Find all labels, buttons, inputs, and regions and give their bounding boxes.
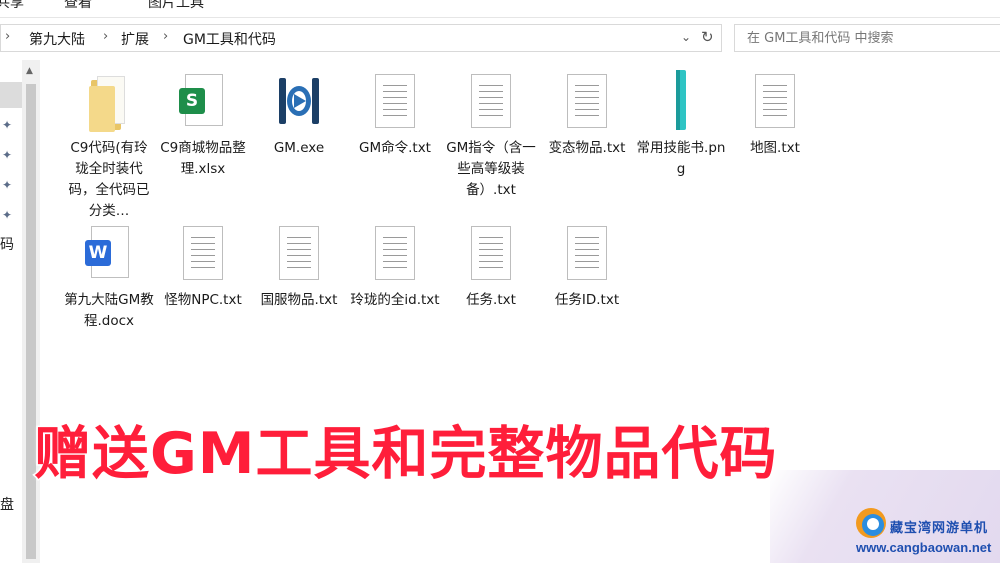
text-file-icon <box>467 226 515 284</box>
text-file-icon <box>751 74 799 132</box>
file-name: 变态物品.txt <box>548 140 626 156</box>
file-name: GM命令.txt <box>359 140 431 156</box>
breadcrumb-item-extension[interactable]: 扩展 <box>121 29 149 49</box>
refresh-icon[interactable]: ↻ <box>701 28 714 46</box>
watermark-title: 藏宝湾网游单机 <box>890 521 989 536</box>
pin-icon[interactable]: ✦ <box>2 208 12 222</box>
text-file-icon <box>563 226 611 284</box>
search-input[interactable] <box>735 25 1000 51</box>
file-item-txt[interactable]: 玲珑的全id.txt <box>350 226 440 311</box>
file-item-txt[interactable]: 地图.txt <box>730 74 820 159</box>
chevron-down-icon[interactable]: ⌄ <box>681 30 691 44</box>
nav-item-label[interactable]: 盘 <box>0 494 14 514</box>
nav-selected-item[interactable] <box>0 82 22 108</box>
promo-banner-text: 赠送GM工具和完整物品代码 <box>33 420 779 489</box>
breadcrumb-separator: › <box>163 29 169 44</box>
file-item-txt[interactable]: 变态物品.txt <box>542 74 632 159</box>
ribbon-tabs: 共享 查看 图片工具 <box>0 0 1000 18</box>
breadcrumb-separator: › <box>103 29 109 44</box>
search-box[interactable] <box>734 24 1000 52</box>
file-name: 常用技能书.png <box>636 140 726 177</box>
file-name: 任务ID.txt <box>554 292 620 308</box>
scroll-up-icon[interactable]: ▲ <box>26 66 33 76</box>
file-item-exe[interactable]: GM.exe <box>254 74 344 159</box>
file-item-txt[interactable]: 怪物NPC.txt <box>158 226 248 311</box>
text-file-icon <box>275 226 323 284</box>
word-document-icon: W <box>85 226 133 284</box>
file-name: 地图.txt <box>750 140 800 156</box>
watermark-logo-icon <box>856 508 886 538</box>
folder-icon <box>85 74 133 132</box>
text-file-icon <box>179 226 227 284</box>
file-name: GM.exe <box>273 140 325 156</box>
ribbon-tab-picture-tools[interactable]: 图片工具 <box>148 0 204 12</box>
breadcrumb-item-root[interactable]: 第九大陆 <box>29 29 85 49</box>
file-item-docx[interactable]: W 第九大陆GM教程.docx <box>64 226 154 332</box>
file-item-txt[interactable]: 任务ID.txt <box>542 226 632 311</box>
file-name: 怪物NPC.txt <box>164 292 242 308</box>
image-file-icon <box>657 70 705 132</box>
ribbon-tab-share[interactable]: 共享 <box>0 0 24 12</box>
file-name: GM指令（含一些高等级装备）.txt <box>446 140 536 198</box>
file-item-folder[interactable]: C9代码(有玲珑全时装代码，全代码已分类… <box>64 74 154 222</box>
file-explorer-window: 共享 查看 图片工具 › 第九大陆 › 扩展 › GM工具和代码 ⌄ ↻ ✦ ✦… <box>0 0 1000 563</box>
address-bar[interactable]: › 第九大陆 › 扩展 › GM工具和代码 ⌄ ↻ <box>0 24 722 52</box>
pin-icon[interactable]: ✦ <box>2 178 12 192</box>
pin-icon[interactable]: ✦ <box>2 118 12 132</box>
watermark-url: www.cangbaowan.net <box>856 540 992 555</box>
file-name: 国服物品.txt <box>260 292 338 308</box>
file-name: 任务.txt <box>466 292 516 308</box>
spreadsheet-icon: S <box>179 74 227 132</box>
xlsx-badge: S <box>179 88 205 114</box>
file-name: 玲珑的全id.txt <box>350 292 440 308</box>
file-name: C9商城物品整理.xlsx <box>160 140 246 177</box>
text-file-icon <box>371 226 419 284</box>
breadcrumb-separator: › <box>5 29 11 44</box>
text-file-icon <box>371 74 419 132</box>
file-item-txt[interactable]: GM指令（含一些高等级装备）.txt <box>446 74 536 201</box>
file-name: 第九大陆GM教程.docx <box>64 292 154 329</box>
file-item-xlsx[interactable]: S C9商城物品整理.xlsx <box>158 74 248 180</box>
pin-icon[interactable]: ✦ <box>2 148 12 162</box>
docx-badge: W <box>85 240 111 266</box>
breadcrumb-item-current[interactable]: GM工具和代码 <box>183 29 276 49</box>
address-row: › 第九大陆 › 扩展 › GM工具和代码 ⌄ ↻ <box>0 20 1000 56</box>
text-file-icon <box>467 74 515 132</box>
executable-icon <box>275 74 323 132</box>
nav-item-label[interactable]: 码 <box>0 234 14 254</box>
file-item-txt[interactable]: 国服物品.txt <box>254 226 344 311</box>
file-item-png[interactable]: 常用技能书.png <box>636 70 726 180</box>
file-item-txt[interactable]: GM命令.txt <box>350 74 440 159</box>
text-file-icon <box>563 74 611 132</box>
ribbon-tab-view[interactable]: 查看 <box>64 0 92 12</box>
file-item-txt[interactable]: 任务.txt <box>446 226 536 311</box>
file-name: C9代码(有玲珑全时装代码，全代码已分类… <box>68 140 150 219</box>
